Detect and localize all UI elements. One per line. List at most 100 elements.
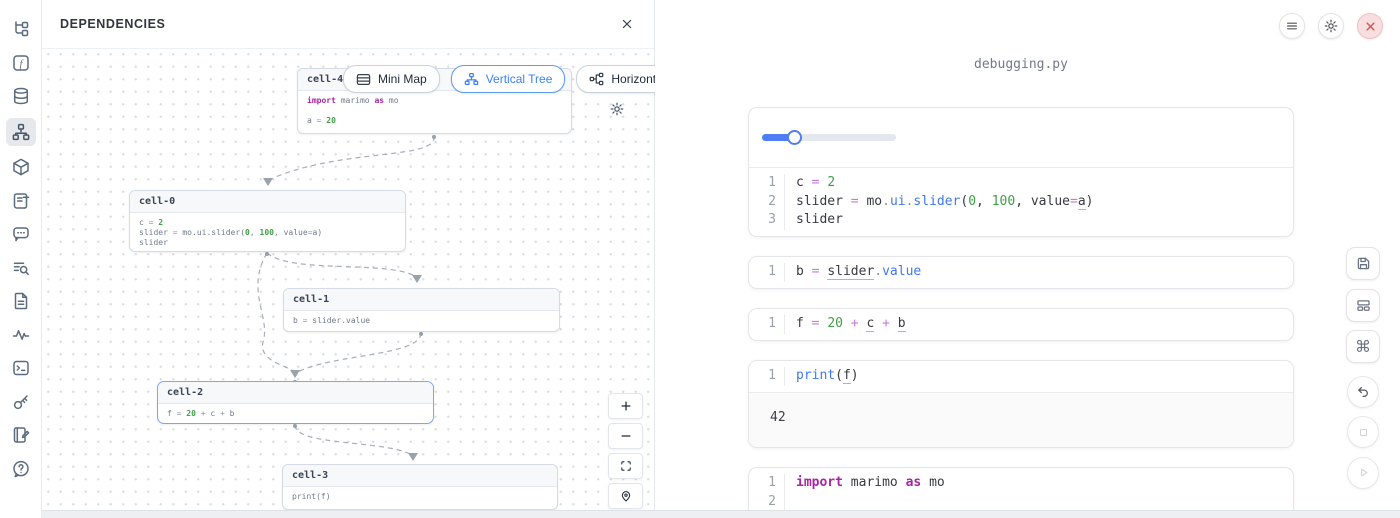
- code-text: import marimo as mo: [785, 474, 945, 493]
- cell-output: 42: [749, 392, 1293, 447]
- notebook-menu-button[interactable]: [1279, 13, 1305, 39]
- graph-node-code: print(f): [283, 487, 557, 507]
- mini-map-button[interactable]: Mini Map: [343, 65, 440, 93]
- dependencies-panel: DEPENDENCIES cell-4import marimo as mo a…: [42, 0, 655, 518]
- shutdown-button[interactable]: [1357, 13, 1383, 39]
- graph-node-cell-2[interactable]: cell-2f = 20 + c + b: [157, 381, 434, 424]
- minus-icon: [619, 429, 633, 443]
- graph-node-title: cell-3: [283, 465, 557, 487]
- tracing-icon: [11, 325, 31, 345]
- code-text: f = 20 + c + b: [785, 315, 906, 334]
- horizontal-tree-button[interactable]: Horizontal Tree: [576, 65, 655, 93]
- graph-settings-button[interactable]: [609, 101, 625, 122]
- logs-icon: [11, 191, 31, 211]
- sidebar-item-file-explorer[interactable]: [6, 17, 36, 41]
- dependencies-icon: [11, 122, 31, 142]
- zoom-in-button[interactable]: [608, 393, 643, 419]
- notebook-cell-2: 1f = 20 + c + b: [748, 308, 1294, 341]
- dependencies-panel-header: DEPENDENCIES: [42, 0, 654, 49]
- plus-icon: [619, 399, 633, 413]
- pin-button[interactable]: [608, 483, 643, 509]
- code-line: 1c = 2: [749, 174, 1293, 193]
- undo-icon: [1355, 384, 1371, 400]
- code-line: 2slider = mo.ui.slider(0, 100, value=a): [749, 193, 1293, 212]
- code-text: print(f): [785, 367, 859, 386]
- minimap-icon: [356, 73, 371, 86]
- sidebar-item-scratchpad[interactable]: [6, 423, 36, 447]
- cell-editor[interactable]: 1print(f): [749, 361, 1293, 392]
- code-text: c = 2: [785, 174, 835, 193]
- graph-zoom-controls: [608, 393, 643, 509]
- sidebar-item-logs[interactable]: [6, 189, 36, 213]
- settings-button[interactable]: [1318, 13, 1344, 39]
- close-icon: [1363, 19, 1378, 34]
- console-outputs-icon: [11, 358, 31, 378]
- line-number: 1: [749, 315, 785, 334]
- sidebar-item-datasources[interactable]: [6, 84, 36, 108]
- cell-editor[interactable]: 1c = 22slider = mo.ui.slider(0, 100, val…: [749, 167, 1293, 236]
- code-text: slider: [785, 211, 843, 230]
- close-panel-button[interactable]: [617, 14, 637, 34]
- graph-view-switcher: Mini Map Vertical Tree Horizontal Tree: [343, 65, 655, 93]
- vertical-tree-label: Vertical Tree: [486, 72, 553, 86]
- notebook-filename[interactable]: debugging.py: [748, 57, 1294, 72]
- graph-node-code: f = 20 + c + b: [158, 404, 433, 424]
- line-number: 1: [749, 474, 785, 493]
- sidebar-item-documentation-search[interactable]: [6, 256, 36, 280]
- help-icon: [11, 459, 31, 479]
- sidebar-item-tracing[interactable]: [6, 323, 36, 347]
- keyboard-shortcuts-button[interactable]: ⌘: [1346, 330, 1380, 363]
- line-number: 1: [749, 174, 785, 193]
- run-button[interactable]: [1347, 457, 1379, 489]
- sidebar-item-chat[interactable]: [6, 222, 36, 246]
- packages-icon: [11, 157, 31, 177]
- graph-node-code: c = 2slider = mo.ui.slider(0, 100, value…: [130, 213, 405, 252]
- sidebar-item-snippets[interactable]: [6, 289, 36, 313]
- code-text: slider = mo.ui.slider(0, 100, value=a): [785, 193, 1093, 212]
- pin-icon: [619, 489, 633, 503]
- slider-output: [749, 108, 1293, 167]
- gear-icon: [1323, 18, 1339, 34]
- cell-editor[interactable]: 1f = 20 + c + b: [749, 309, 1293, 340]
- datasources-icon: [11, 86, 31, 106]
- vtree-icon: [464, 72, 479, 86]
- secrets-icon: [11, 392, 31, 412]
- sidebar-item-secrets[interactable]: [6, 390, 36, 414]
- zoom-out-button[interactable]: [608, 423, 643, 449]
- sidebar-item-dependencies[interactable]: [6, 118, 36, 146]
- line-number: 2: [749, 493, 785, 512]
- vertical-tree-button[interactable]: Vertical Tree: [451, 65, 566, 93]
- interrupt-button[interactable]: [1347, 416, 1379, 448]
- sidebar-item-packages[interactable]: [6, 155, 36, 179]
- line-number: 1: [749, 263, 785, 282]
- dependency-graph-canvas[interactable]: cell-4import marimo as mo a = 20cell-0c …: [42, 48, 655, 518]
- gear-icon: [609, 101, 625, 117]
- cell-editor[interactable]: 1b = slider.value: [749, 257, 1293, 288]
- notebook-cell-1: 1b = slider.value: [748, 256, 1294, 289]
- save-icon: [1355, 255, 1372, 272]
- sidebar-item-console-outputs[interactable]: [6, 356, 36, 380]
- top-actions: [1279, 13, 1383, 39]
- app-layout-button[interactable]: [1346, 289, 1380, 322]
- undo-button[interactable]: [1347, 376, 1379, 408]
- notebook-cell-3: 1print(f) 42: [748, 360, 1294, 448]
- right-action-rail: ⌘: [1346, 247, 1380, 489]
- sidebar-item-variables[interactable]: f: [6, 51, 36, 75]
- graph-node-cell-3[interactable]: cell-3print(f): [282, 464, 558, 510]
- left-icon-rail: f: [0, 0, 42, 518]
- close-icon: [619, 16, 635, 32]
- slider-thumb[interactable]: [787, 130, 802, 145]
- code-line: 1f = 20 + c + b: [749, 315, 1293, 334]
- code-line: 1print(f): [749, 367, 1293, 386]
- graph-node-cell-0[interactable]: cell-0c = 2slider = mo.ui.slider(0, 100,…: [129, 190, 406, 252]
- documentation-search-icon: [11, 258, 31, 278]
- slider-track[interactable]: [762, 134, 896, 141]
- save-button[interactable]: [1346, 247, 1380, 280]
- play-icon: [1356, 465, 1371, 480]
- stop-icon: [1356, 425, 1371, 440]
- code-text: b = slider.value: [785, 263, 921, 282]
- graph-node-cell-1[interactable]: cell-1b = slider.value: [283, 288, 560, 332]
- fit-view-button[interactable]: [608, 453, 643, 479]
- sidebar-item-help[interactable]: [6, 457, 36, 481]
- graph-node-code: b = slider.value: [284, 311, 559, 331]
